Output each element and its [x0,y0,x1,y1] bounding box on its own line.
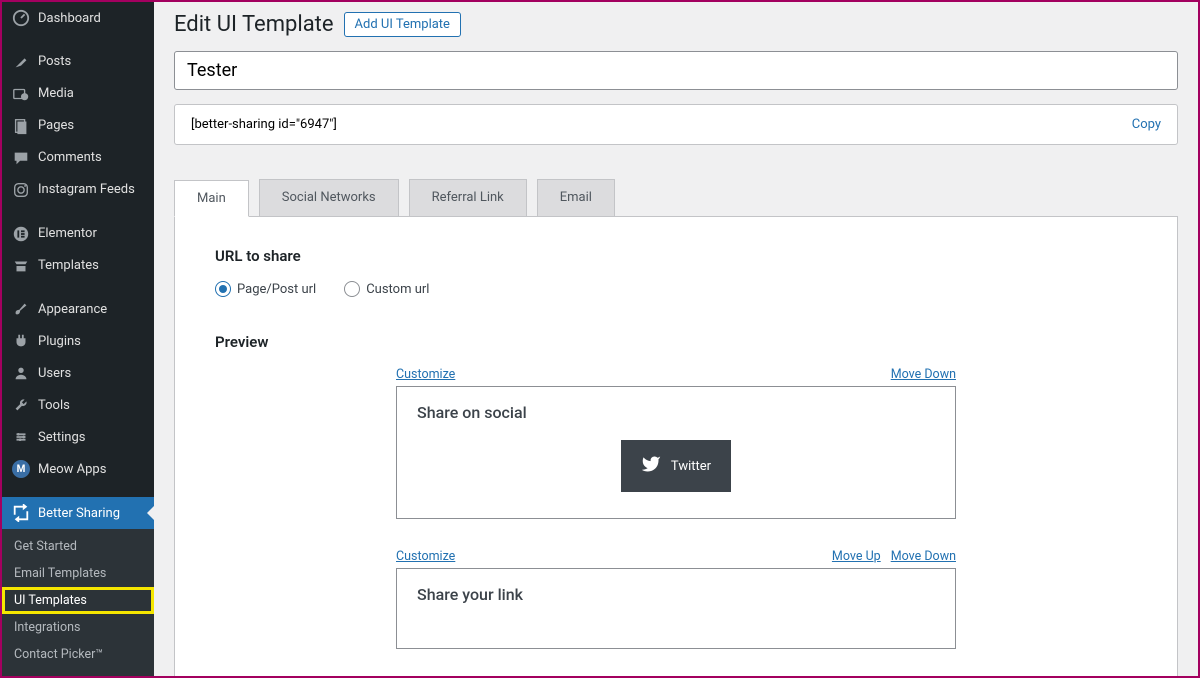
customize-link[interactable]: Customize [396,549,455,564]
sidebar-item-posts[interactable]: Posts [2,46,154,78]
sidebar-label: Meow Apps [38,462,106,477]
subitem-get-started[interactable]: Get Started [2,533,154,560]
elementor-icon [12,225,30,243]
sidebar-item-elementor[interactable]: Elementor [2,218,154,250]
sidebar-label: Templates [38,258,99,273]
radio-page-post-input[interactable] [215,281,231,297]
sidebar-label: Pages [38,118,74,133]
preview-block-social: Customize Move Down Share on social Twit… [396,367,956,519]
preview-links-1: Customize Move Down [396,367,956,382]
twitter-icon [641,454,661,478]
sidebar-item-settings[interactable]: Settings [2,421,154,453]
sidebar-label: Posts [38,54,71,69]
page-header: Edit UI Template Add UI Template [154,2,1198,51]
sidebar-label: Elementor [38,226,97,241]
sidebar-item-comments[interactable]: Comments [2,142,154,174]
shortcode-row: [better-sharing id="6947"] Copy [174,104,1178,145]
templates-icon [12,257,30,275]
tab-email[interactable]: Email [537,179,615,216]
sidebar-label: Comments [38,150,102,165]
comments-icon [12,149,30,167]
media-icon [12,85,30,103]
sidebar-item-better-sharing[interactable]: Better Sharing [2,497,154,529]
pin-icon [12,53,30,71]
move-down-link[interactable]: Move Down [891,367,956,382]
tab-body-main: URL to share Page/Post url Custom url Pr… [174,216,1178,676]
sidebar-label: Tools [38,398,70,413]
tab-referral[interactable]: Referral Link [409,179,527,216]
share-icon [12,504,30,522]
meow-icon: M [12,460,30,478]
move-down-link[interactable]: Move Down [891,549,956,564]
sidebar-label: Settings [38,430,85,445]
copy-link[interactable]: Copy [1132,117,1161,132]
admin-sidebar: Dashboard Posts Media Pages Comments Ins… [2,2,154,676]
dashboard-icon [12,9,30,27]
sidebar-item-dashboard[interactable]: Dashboard [2,2,154,34]
sidebar-label: Instagram Feeds [38,182,135,197]
card-title: Share your link [417,585,935,604]
radio-label: Page/Post url [237,282,316,297]
preview-card-link: Share your link [396,568,956,649]
template-title-input[interactable] [174,51,1178,90]
sidebar-label: Dashboard [38,11,101,26]
add-ui-template-button[interactable]: Add UI Template [344,12,461,37]
card-title: Share on social [417,403,935,422]
radio-custom-input[interactable] [344,281,360,297]
tab-social[interactable]: Social Networks [259,179,399,216]
page-title: Edit UI Template [174,12,334,37]
preview-block-link: Customize Move Up Move Down Share your l… [396,549,956,649]
sidebar-item-instagram[interactable]: Instagram Feeds [2,174,154,206]
pages-icon [12,117,30,135]
sidebar-item-plugins[interactable]: Plugins [2,325,154,357]
sidebar-subgroup: Get Started Email Templates UI Templates… [2,529,154,676]
twitter-share-button[interactable]: Twitter [621,440,731,492]
radio-custom-url[interactable]: Custom url [344,281,429,297]
preview-links-2: Customize Move Up Move Down [396,549,956,564]
move-up-link[interactable]: Move Up [832,549,881,564]
subitem-integrations[interactable]: Integrations [2,614,154,641]
customize-link[interactable]: Customize [396,367,455,382]
tools-icon [12,396,30,414]
sidebar-item-pages[interactable]: Pages [2,110,154,142]
sidebar-label: Media [38,86,74,101]
radio-page-post[interactable]: Page/Post url [215,281,316,297]
subitem-contact-picker[interactable]: Contact Picker™ [2,641,154,668]
sidebar-label: Better Sharing [38,506,120,521]
sidebar-item-templates[interactable]: Templates [2,250,154,282]
main-content: Edit UI Template Add UI Template [better… [154,2,1198,676]
sidebar-item-appearance[interactable]: Appearance [2,293,154,325]
shortcode-text: [better-sharing id="6947"] [191,117,337,132]
brush-icon [12,300,30,318]
sidebar-item-users[interactable]: Users [2,357,154,389]
subitem-ui-templates[interactable]: UI Templates [2,587,154,614]
sidebar-item-media[interactable]: Media [2,78,154,110]
sidebar-label: Plugins [38,334,81,349]
users-icon [12,364,30,382]
url-radio-row: Page/Post url Custom url [215,281,1137,297]
url-heading: URL to share [215,247,1137,265]
settings-icon [12,428,30,446]
preview-heading: Preview [215,333,1137,351]
subitem-email-templates[interactable]: Email Templates [2,560,154,587]
tab-main[interactable]: Main [174,180,249,217]
instagram-icon [12,181,30,199]
tabs: Main Social Networks Referral Link Email [174,179,1178,216]
sidebar-label: Users [38,366,71,381]
plugin-icon [12,332,30,350]
twitter-label: Twitter [671,459,711,474]
sidebar-label: Appearance [38,302,107,317]
sidebar-item-tools[interactable]: Tools [2,389,154,421]
sidebar-item-meow[interactable]: M Meow Apps [2,453,154,485]
preview-card-social: Share on social Twitter [396,386,956,519]
radio-label: Custom url [366,282,429,297]
